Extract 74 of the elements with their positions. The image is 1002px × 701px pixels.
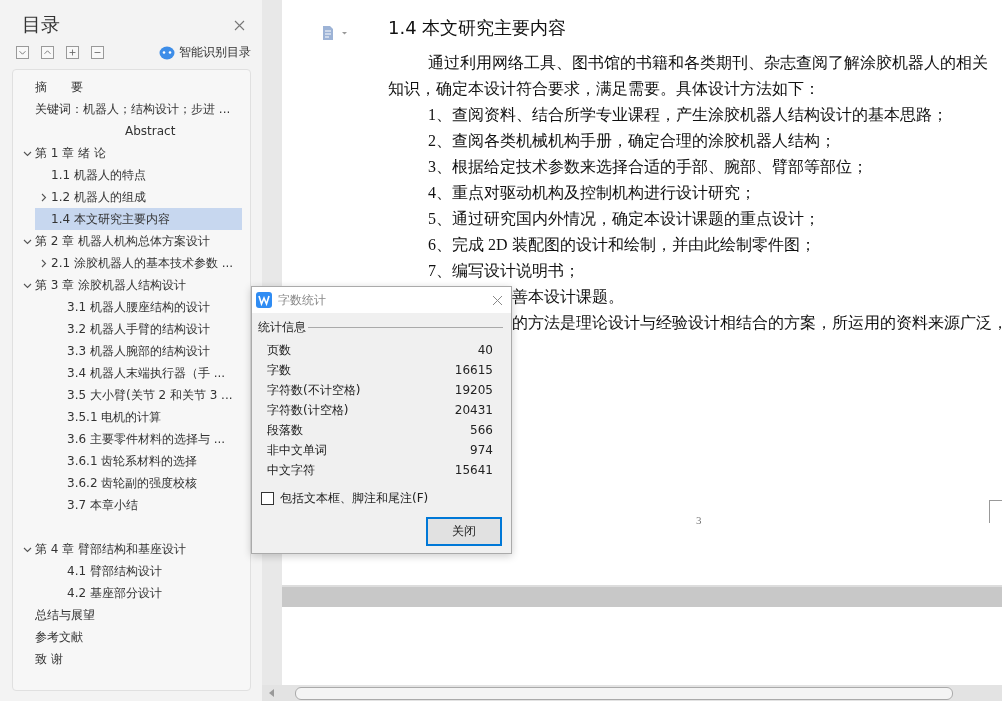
scroll-left-icon[interactable] [269,689,275,697]
page-number: 3 [696,514,702,526]
close-icon[interactable] [234,19,245,31]
stat-label: 页数 [267,341,291,359]
toc-item[interactable]: 致 谢 [19,648,242,670]
toc-item[interactable]: 3.6.2 齿轮副的强度校核 [35,472,242,494]
toc-item[interactable]: 第 3 章 涂胶机器人结构设计 [19,274,242,296]
collapse-up-button[interactable] [41,46,54,59]
toc-item[interactable]: 3.2 机器人手臂的结构设计 [35,318,242,340]
scrollbar-thumb[interactable] [295,686,953,700]
document-dropdown-icon[interactable] [322,26,348,40]
toc-item[interactable]: 3.5.1 电机的计算 [35,406,242,428]
include-checkbox[interactable]: 包括文本框、脚注和尾注(F) [258,490,503,507]
expand-all-button[interactable] [66,46,79,59]
close-icon[interactable] [492,294,503,306]
section-heading: 1.4 本文研究主要内容 [388,16,568,40]
checkbox[interactable] [261,492,274,505]
stat-value: 19205 [454,383,493,397]
toc-item[interactable]: 3.6 主要零件材料的选择与 ... [35,428,242,450]
stat-value: 16615 [454,363,493,377]
toc-item[interactable]: 3.4 机器人末端执行器（手 ... [35,362,242,384]
body-text-line: 善本设计课题。 [512,287,624,307]
stat-label: 中文字符 [267,461,315,479]
horizontal-scrollbar[interactable] [262,685,1002,701]
plus-icon [67,47,78,58]
close-button[interactable]: 关闭 [426,517,502,546]
stat-value: 15641 [454,463,493,477]
stat-label: 段落数 [267,421,303,439]
toc-item[interactable]: 1.2 机器人的组成 [35,186,242,208]
toc-item[interactable]: 3.3 机器人腕部的结构设计 [35,340,242,362]
toc-item[interactable]: 3.1 机器人腰座结构的设计 [35,296,242,318]
toc-item[interactable]: 总结与展望 [19,604,242,626]
toc-item[interactable]: 2.1 涂胶机器人的基本技术参数 ... [35,252,242,274]
stat-label: 字符数(计空格) [267,401,349,419]
expand-down-button[interactable] [16,46,29,59]
list-item-text: 3、根据给定技术参数来选择合适的手部、腕部、臂部等部位； [427,157,869,177]
group-label: 统计信息 [258,319,306,336]
robot-face-icon [159,45,175,60]
page-corner-mark [989,500,1002,523]
collapse-all-button[interactable] [91,46,104,59]
stat-value: 40 [477,343,493,357]
toc-item[interactable]: 4.1 臂部结构设计 [35,560,242,582]
stat-label: 非中文单词 [267,441,327,459]
list-item-text: 7、编写设计说明书； [427,261,581,281]
stat-label: 字数 [267,361,291,379]
list-item-text: 1、查阅资料、结合所学专业课程，产生涂胶机器人结构设计的基本思路； [427,105,949,125]
list-item-text: 5、通过研究国内外情况，确定本设计课题的重点设计； [427,209,821,229]
checkbox-label: 包括文本框、脚注和尾注(F) [280,490,429,507]
app-logo-icon [256,292,272,308]
toc-item[interactable]: 第 1 章 绪 论 [19,142,242,164]
smart-toc-button[interactable]: 智能识别目录 [159,44,251,61]
toc-item[interactable]: 第 4 章 臂部结构和基座设计 [19,538,242,560]
toc-item[interactable]: 参考文献 [19,626,242,648]
body-text-line: 的方法是理论设计与经验设计相结合的方案，所运用的资料来源广泛， [512,313,1002,333]
stat-label: 字符数(不计空格) [267,381,361,399]
body-paragraph: 通过利用网络工具、图书馆的书籍和各类期刊、杂志查阅了解涂胶机器人的相关知识，确定本设计符合要求，满足需要。具体设计方法如下： [388,53,989,99]
list-item-text: 4、重点对驱动机构及控制机构进行设计研究； [427,183,757,203]
toc-item[interactable]: 1.1 机器人的特点 [35,164,242,186]
stat-value: 20431 [454,403,493,417]
list-item-text: 6、完成 2D 装配图的设计和绘制，并由此绘制零件图； [427,235,817,255]
toc-item[interactable]: 第 2 章 机器人机构总体方案设计 [19,230,242,252]
stat-value: 566 [470,423,493,437]
panel-title: 目录 [22,12,60,37]
toc-item[interactable]: 关键词：机器人；结构设计；步进 ... [19,98,242,120]
toc-item[interactable]: 3.5 大小臂(关节 2 和关节 3 ... [35,384,242,406]
list-item-text: 2、查阅各类机械机构手册，确定合理的涂胶机器人结构； [427,131,837,151]
dialog-title: 字数统计 [278,291,327,309]
toc-item[interactable]: 3.7 本章小结 [35,494,242,516]
toc-item[interactable]: 3.6.1 齿轮系材料的选择 [35,450,242,472]
toc-item[interactable]: Abstract [19,120,242,142]
toc-item[interactable]: 1.4 本文研究主要内容 [35,208,242,230]
toc-item[interactable]: 4.2 基座部分设计 [35,582,242,604]
stat-value: 974 [470,443,493,457]
toc-item[interactable]: 摘 要 [19,76,242,98]
